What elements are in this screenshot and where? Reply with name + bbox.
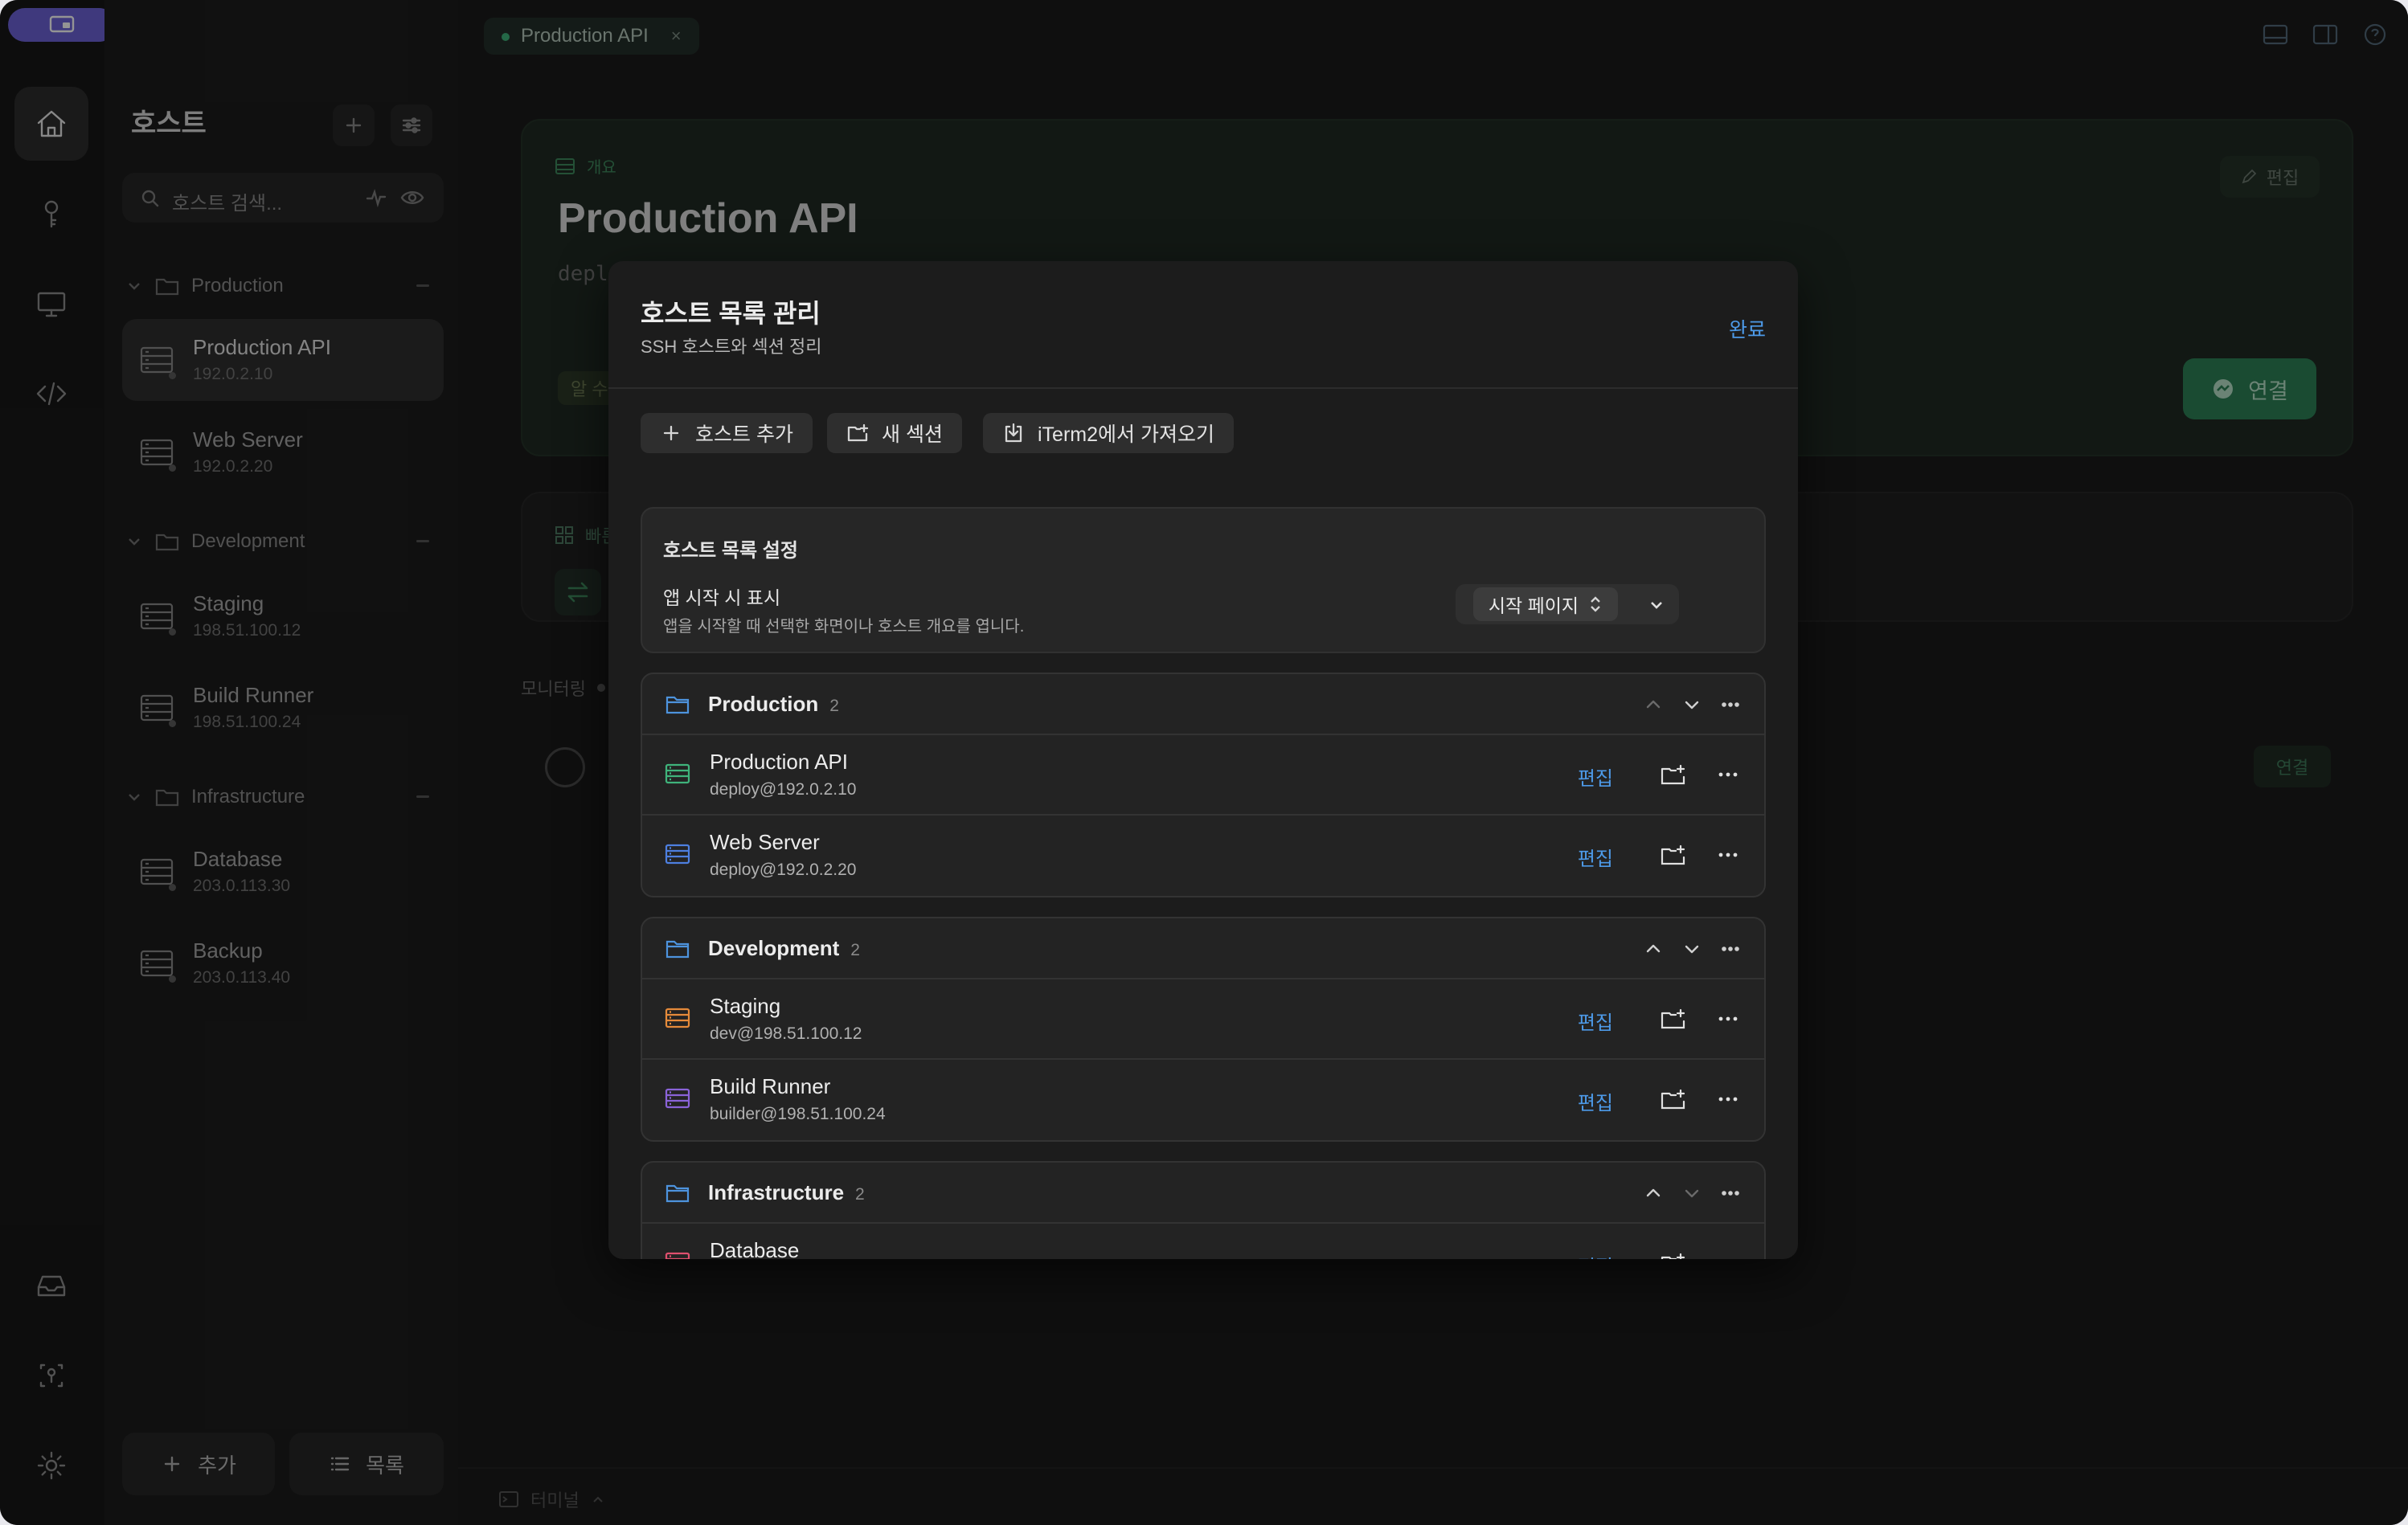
- startup-description: 앱을 시작할 때 선택한 화면이나 호스트 개요를 엽니다.: [663, 618, 1025, 636]
- section-count: 2: [829, 697, 839, 715]
- host-row-build-runner[interactable]: Build Runner builder@198.51.100.24 편집: [642, 1060, 1764, 1140]
- section-count: 2: [855, 1185, 865, 1204]
- section-count: 2: [850, 941, 860, 959]
- server-icon: [665, 844, 690, 865]
- host-row-production-api[interactable]: Production API deploy@192.0.2.10 편집: [642, 735, 1764, 816]
- plus-icon: [663, 425, 679, 441]
- folder-icon: [665, 696, 690, 714]
- divider: [608, 387, 1798, 389]
- more-icon[interactable]: [1716, 1087, 1740, 1111]
- move-up-icon[interactable]: [1642, 693, 1665, 716]
- section-infrastructure: Infrastructure 2 Database 편집: [641, 1161, 1766, 1259]
- host-row-staging[interactable]: Staging dev@198.51.100.12 편집: [642, 979, 1764, 1060]
- host-address: deploy@192.0.2.20: [710, 861, 857, 879]
- section-header: Development 2: [642, 918, 1764, 979]
- move-down-icon[interactable]: [1681, 1182, 1703, 1204]
- edit-host-button[interactable]: 편집: [1578, 762, 1613, 791]
- move-to-folder-icon[interactable]: [1660, 1087, 1687, 1111]
- dialog-subtitle: SSH 호스트와 섹션 정리: [641, 337, 822, 357]
- move-up-icon[interactable]: [1642, 938, 1665, 960]
- edit-host-button[interactable]: 편집: [1578, 1007, 1613, 1035]
- chevron-down-icon[interactable]: [1647, 595, 1666, 615]
- section-name: Infrastructure: [708, 1180, 845, 1204]
- new-section-label: 새 섹션: [882, 423, 943, 446]
- section-name: Production: [708, 692, 819, 716]
- move-down-icon[interactable]: [1681, 693, 1703, 716]
- host-address: builder@198.51.100.24: [710, 1105, 886, 1123]
- more-icon[interactable]: [1719, 938, 1742, 960]
- section-name: Development: [708, 936, 840, 960]
- server-icon: [665, 1008, 690, 1028]
- more-icon[interactable]: [1719, 693, 1742, 716]
- host-row-database[interactable]: Database 편집: [642, 1224, 1764, 1259]
- startup-label: 앱 시작 시 표시: [663, 587, 781, 608]
- host-name: Production API: [710, 750, 848, 774]
- host-row-web-server[interactable]: Web Server deploy@192.0.2.20 편집: [642, 816, 1764, 896]
- app-window: 호스트 호스트 검색... Production Production API …: [0, 0, 2408, 1525]
- edit-host-button[interactable]: 편집: [1578, 1251, 1613, 1259]
- add-host-label: 호스트 추가: [695, 423, 793, 446]
- more-icon[interactable]: [1716, 1007, 1740, 1031]
- host-name: Build Runner: [710, 1074, 831, 1098]
- host-list-manager-dialog: 호스트 목록 관리 SSH 호스트와 섹션 정리 완료 호스트 추가 새 섹션 …: [608, 261, 1798, 1259]
- settings-heading: 호스트 목록 설정: [663, 540, 798, 562]
- edit-host-button[interactable]: 편집: [1578, 1087, 1613, 1115]
- host-address: deploy@192.0.2.10: [710, 780, 857, 799]
- folder-plus-icon: [847, 423, 869, 442]
- more-icon[interactable]: [1716, 762, 1740, 787]
- section-header: Production 2: [642, 674, 1764, 735]
- folder-icon: [665, 1184, 690, 1203]
- move-up-icon[interactable]: [1642, 1182, 1665, 1204]
- move-to-folder-icon[interactable]: [1660, 1007, 1687, 1031]
- server-icon: [665, 763, 690, 784]
- section-title: Production 2: [708, 692, 839, 717]
- more-icon[interactable]: [1716, 843, 1740, 867]
- host-address: dev@198.51.100.12: [710, 1024, 862, 1043]
- section-title: Infrastructure 2: [708, 1180, 865, 1205]
- move-to-folder-icon[interactable]: [1660, 762, 1687, 787]
- add-host-toolbar-button[interactable]: 호스트 추가: [641, 413, 813, 453]
- import-icon: [1005, 423, 1022, 443]
- server-icon: [665, 1252, 690, 1259]
- more-icon[interactable]: [1719, 1182, 1742, 1204]
- section-header: Infrastructure 2: [642, 1163, 1764, 1224]
- new-section-button[interactable]: 새 섹션: [827, 413, 962, 453]
- edit-host-button[interactable]: 편집: [1578, 843, 1613, 871]
- up-down-chevron-icon: [1591, 596, 1600, 612]
- section-production: Production 2 Production API deploy@192.0.…: [641, 673, 1766, 897]
- import-iterm-label: iTerm2에서 가져오기: [1038, 423, 1214, 446]
- move-to-folder-icon[interactable]: [1660, 843, 1687, 867]
- dialog-title: 호스트 목록 관리: [641, 299, 821, 328]
- move-down-icon[interactable]: [1681, 938, 1703, 960]
- folder-icon: [665, 940, 690, 959]
- section-title: Development 2: [708, 936, 860, 961]
- host-name: Web Server: [710, 830, 820, 854]
- startup-select[interactable]: 시작 페이지: [1456, 584, 1679, 624]
- server-icon: [665, 1088, 690, 1109]
- startup-value: 시작 페이지: [1488, 595, 1579, 616]
- startup-select-value[interactable]: 시작 페이지: [1473, 587, 1618, 621]
- done-button[interactable]: 완료: [1729, 314, 1766, 343]
- import-iterm-button[interactable]: iTerm2에서 가져오기: [983, 413, 1234, 453]
- section-development: Development 2 Staging dev@198.51.100.12 편…: [641, 917, 1766, 1142]
- host-list-settings: 호스트 목록 설정 앱 시작 시 표시 앱을 시작할 때 선택한 화면이나 호스…: [641, 507, 1766, 653]
- host-name: Database: [710, 1238, 800, 1259]
- move-to-folder-icon[interactable]: [1660, 1251, 1687, 1259]
- host-name: Staging: [710, 994, 781, 1018]
